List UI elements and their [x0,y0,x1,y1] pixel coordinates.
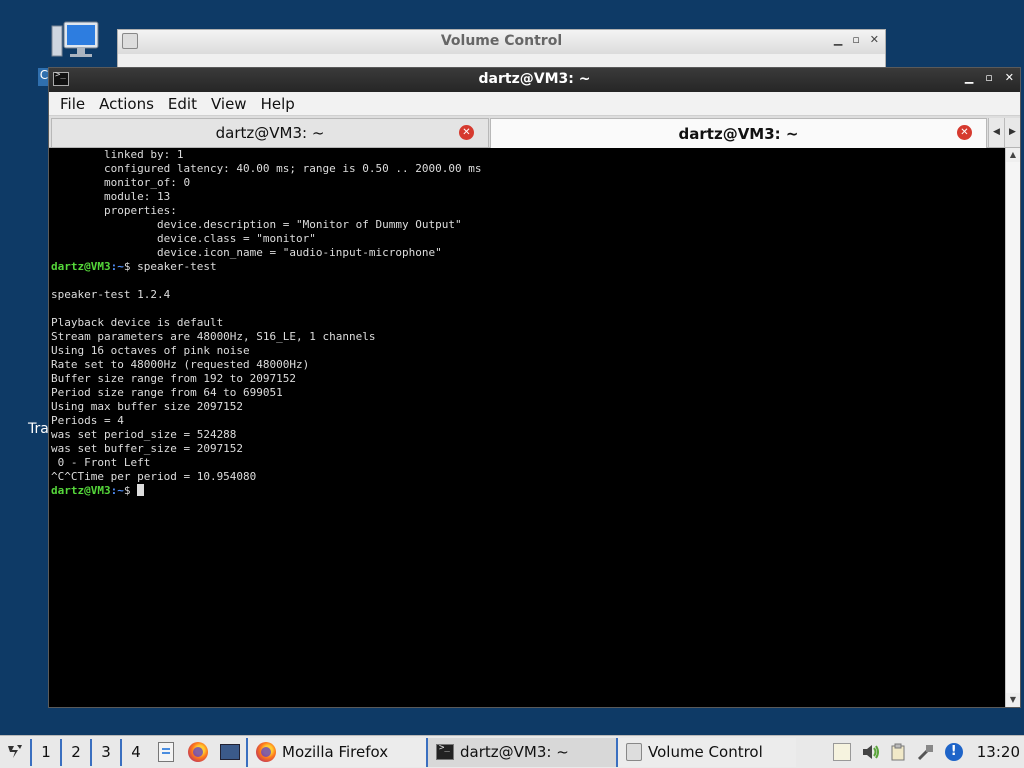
tab-terminal-1[interactable]: dartz@VM3: ~ ✕ [51,118,489,147]
volume-control-icon [626,743,642,761]
terminal-output-line: linked by: 1 [51,148,184,161]
prompt-path: :~ [110,484,124,497]
scrollbar-trough[interactable] [1006,162,1020,693]
terminal-scrollbar[interactable]: ▲ ▼ [1005,148,1020,707]
tab-label: dartz@VM3: ~ [678,124,799,143]
terminal-output-line: monitor_of: 0 [51,176,191,189]
computer-desktop-icon[interactable] [50,18,102,64]
terminal-output-line: Stream parameters are 48000Hz, S16_LE, 1… [51,330,376,343]
terminal-output-line: Using 16 octaves of pink noise [51,344,250,357]
tab-close-icon[interactable]: ✕ [957,125,972,140]
scroll-up-icon[interactable]: ▲ [1006,148,1020,162]
task-terminal[interactable]: dartz@VM3: ~ [426,737,616,767]
workspace-1[interactable]: 1 [30,738,60,766]
taskbar: 1 2 3 4 Mozilla Firefox dartz@VM3: ~ Vol… [0,735,1024,768]
tab-bar: dartz@VM3: ~ ✕ dartz@VM3: ~ ✕ ◀ ▶ [49,116,1020,148]
terminal-output[interactable]: linked by: 1 configured latency: 40.00 m… [49,148,1005,707]
terminal-output-line: device.description = "Monitor of Dummy O… [51,218,462,231]
terminal-output-line: Buffer size range from 192 to 2097152 [51,372,297,385]
desktop-icon-label[interactable]: Tra [28,421,49,437]
terminal-cursor [137,484,145,496]
terminal-titlebar[interactable]: dartz@VM3: ~ ▁ ▫ ✕ [49,68,1020,92]
tab-scroll-right-icon[interactable]: ▶ [1004,118,1020,147]
tab-label: dartz@VM3: ~ [215,124,325,142]
terminal-output-line: device.icon_name = "audio-input-micropho… [51,246,442,259]
menu-bar: File Actions Edit View Help [49,92,1020,116]
tab-scroll-left-icon[interactable]: ◀ [988,118,1004,147]
task-volume-control[interactable]: Volume Control [616,737,796,767]
prompt-user: dartz@VM3 [51,260,111,273]
terminal-prompt-line: dartz@VM3:~$ speaker-test [51,260,1005,274]
terminal-title: dartz@VM3: ~ [478,71,591,87]
terminal-output-line: device.class = "monitor" [51,232,316,245]
prompt-command: $ [123,484,138,497]
task-firefox[interactable]: Mozilla Firefox [246,737,426,767]
terminal-output-line: Playback device is default [51,316,224,329]
menu-actions[interactable]: Actions [92,95,161,113]
firefox-icon [256,742,276,762]
terminal-output-line: Period size range from 64 to 699051 [51,386,283,399]
prompt-path: :~ [110,260,124,273]
minimize-icon[interactable]: ▁ [965,71,973,84]
terminal-window[interactable]: dartz@VM3: ~ ▁ ▫ ✕ File Actions Edit Vie… [48,67,1021,708]
system-tray: ! 13:20 [832,743,1024,761]
tab-close-icon[interactable]: ✕ [459,125,474,140]
file-manager-icon[interactable] [150,739,182,766]
app-menu-icon[interactable] [0,736,30,768]
speaker-volume-icon[interactable] [861,743,879,761]
terminal-output-line: speaker-test 1.2.4 [51,288,171,301]
terminal-output-line: properties: [51,204,177,217]
terminal-output-line: Using max buffer size 2097152 [51,400,244,413]
tab-terminal-2[interactable]: dartz@VM3: ~ ✕ [490,118,987,148]
firefox-launcher-icon[interactable] [182,739,214,766]
workspace-2[interactable]: 2 [60,738,90,766]
prompt-user: dartz@VM3 [51,484,111,497]
terminal-prompt-line: dartz@VM3:~$ [51,484,1005,498]
maximize-icon[interactable]: ▫ [852,33,859,46]
workspace-3[interactable]: 3 [90,738,120,766]
maximize-icon[interactable]: ▫ [985,71,992,84]
desktop-icon[interactable] [214,739,246,766]
task-label: Volume Control [648,743,763,761]
volume-control-window[interactable]: Volume Control ▁ ▫ ✕ [117,29,886,69]
volume-control-titlebar[interactable]: Volume Control ▁ ▫ ✕ [118,30,885,54]
task-label: Mozilla Firefox [282,743,389,761]
prompt-command: $ speaker-test [123,260,217,273]
clock[interactable]: 13:20 [973,743,1020,761]
terminal-output-line: 0 - Front Left [51,456,151,469]
terminal-output-line: Rate set to 48000Hz (requested 48000Hz) [51,358,310,371]
menu-help[interactable]: Help [254,95,302,113]
workspace-4[interactable]: 4 [120,738,150,766]
scroll-down-icon[interactable]: ▼ [1006,693,1020,707]
menu-edit[interactable]: Edit [161,95,204,113]
terminal-output-line: Periods = 4 [51,414,124,427]
terminal-output-line: module: 13 [51,190,171,203]
close-icon[interactable]: ✕ [1005,71,1014,84]
task-label: dartz@VM3: ~ [460,743,569,761]
notes-icon[interactable] [832,743,851,761]
clipboard-icon[interactable] [889,743,907,761]
minimize-icon[interactable]: ▁ [834,33,842,46]
terminal-output-line: ^C^CTime per period = 10.954080 [51,470,257,483]
notification-info-icon[interactable]: ! [944,743,963,761]
menu-view[interactable]: View [204,95,254,113]
menu-file[interactable]: File [53,95,92,113]
volume-control-title: Volume Control [440,33,563,49]
terminal-output-line: was set period_size = 524288 [51,428,237,441]
close-icon[interactable]: ✕ [870,33,879,46]
terminal-icon [436,743,454,760]
terminal-output-line: was set buffer_size = 2097152 [51,442,244,455]
terminal-output-line: configured latency: 40.00 ms; range is 0… [51,162,482,175]
network-icon[interactable] [917,743,935,761]
